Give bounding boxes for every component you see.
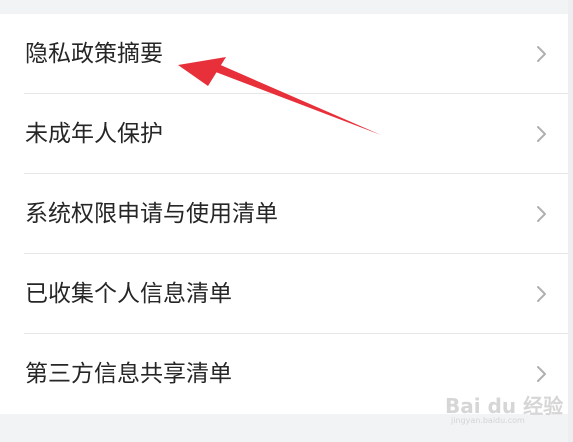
list-item-label: 已收集个人信息清单	[25, 281, 232, 307]
list-item-system-permissions[interactable]: 系统权限申请与使用清单	[0, 174, 568, 254]
chevron-right-icon	[537, 206, 546, 222]
list-item-privacy-policy-summary[interactable]: 隐私政策摘要	[0, 14, 568, 94]
list-item-minor-protection[interactable]: 未成年人保护	[0, 94, 568, 174]
list-item-collected-personal-info[interactable]: 已收集个人信息清单	[0, 254, 568, 334]
bottom-spacer	[0, 414, 573, 442]
chevron-right-icon	[537, 46, 546, 62]
chevron-right-icon	[537, 126, 546, 142]
right-edge	[568, 0, 573, 442]
chevron-right-icon	[537, 366, 546, 382]
chevron-right-icon	[537, 286, 546, 302]
list-item-third-party-sharing[interactable]: 第三方信息共享清单	[0, 334, 568, 414]
list-item-label: 隐私政策摘要	[25, 41, 163, 67]
list-item-label: 第三方信息共享清单	[25, 361, 232, 387]
settings-list: 隐私政策摘要 未成年人保护 系统权限申请与使用清单 已收集个人信息清单 第三方信…	[0, 14, 568, 414]
top-spacer	[0, 0, 573, 14]
list-item-label: 系统权限申请与使用清单	[25, 201, 278, 227]
list-item-label: 未成年人保护	[25, 121, 163, 147]
